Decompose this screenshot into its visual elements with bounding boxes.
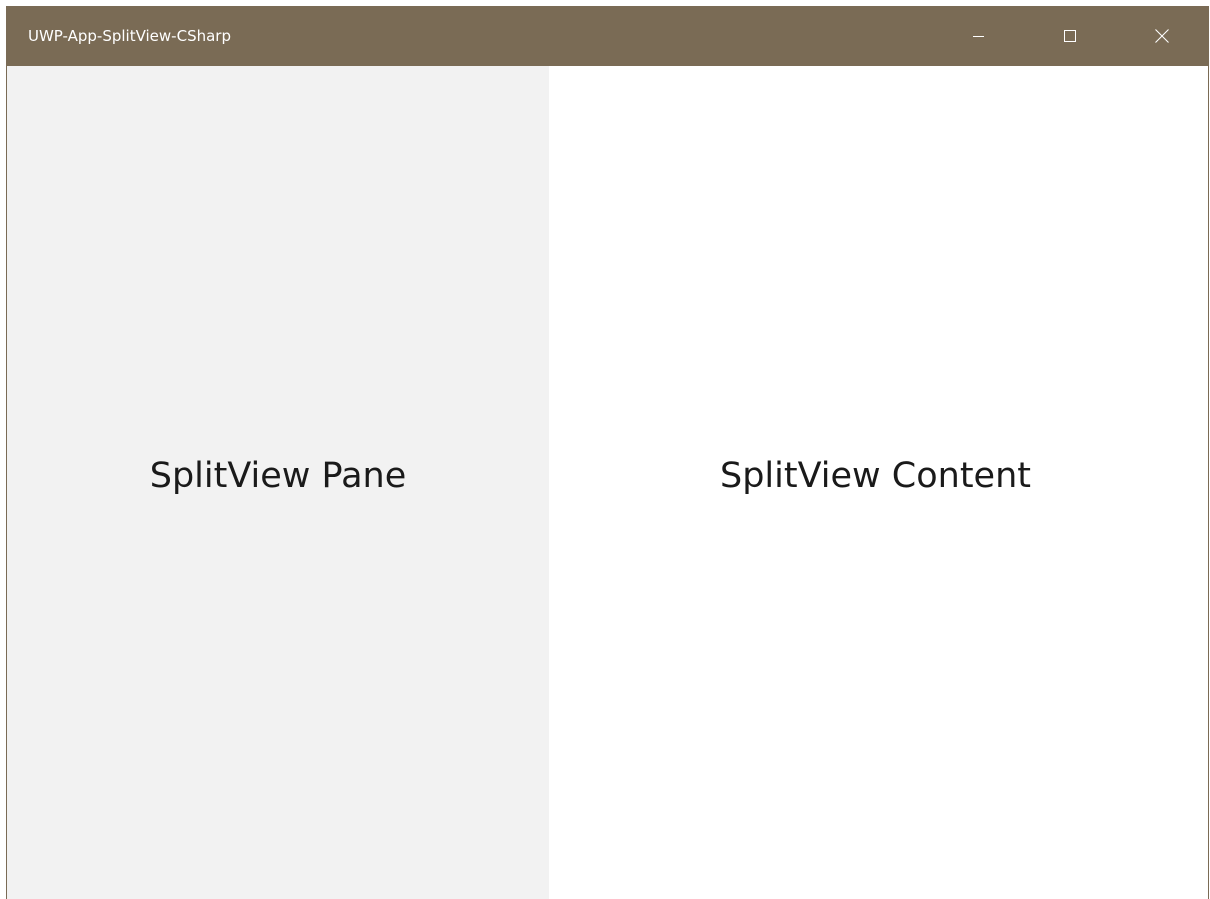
content-label: SplitView Content	[720, 455, 1031, 496]
close-button[interactable]	[1116, 6, 1208, 66]
splitview-pane: SplitView Pane	[7, 66, 549, 899]
window-title: UWP-App-SplitView-CSharp	[28, 27, 231, 45]
maximize-icon	[1064, 30, 1076, 42]
maximize-button[interactable]	[1024, 6, 1116, 66]
app-window: UWP-App-SplitView-CSharp SplitView Pane …	[6, 6, 1209, 899]
minimize-icon	[972, 31, 984, 42]
minimize-button[interactable]	[932, 6, 1024, 66]
splitview-content: SplitView Content	[549, 66, 1208, 899]
title-bar[interactable]: UWP-App-SplitView-CSharp	[7, 6, 1208, 66]
caption-buttons	[932, 6, 1208, 66]
close-icon	[1155, 29, 1169, 43]
pane-label: SplitView Pane	[149, 455, 407, 496]
